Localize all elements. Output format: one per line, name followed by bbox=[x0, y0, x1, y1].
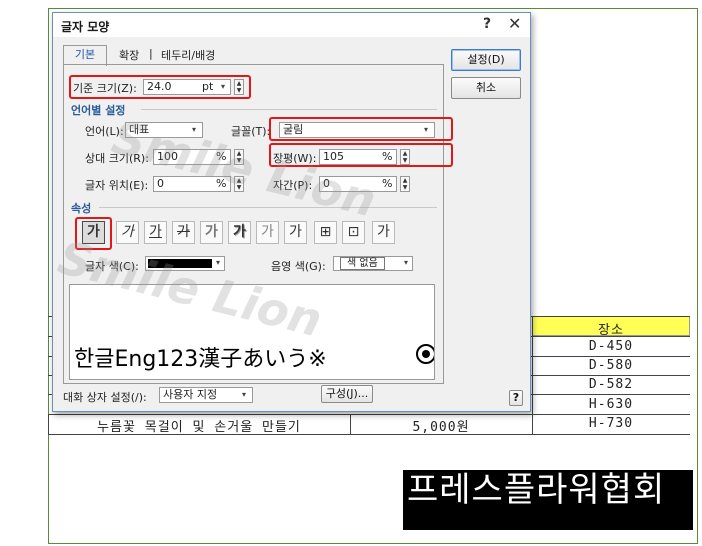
chevron-down-icon: ▾ bbox=[404, 258, 409, 267]
shade-color-label: 음영 색(G): bbox=[271, 260, 326, 273]
char-position-label: 글자 위치(E): bbox=[85, 179, 149, 192]
relative-size-label: 상대 크기(R): bbox=[85, 152, 149, 165]
table-cell-place: D-450 bbox=[588, 339, 634, 354]
base-size-unit: pt bbox=[202, 80, 214, 93]
spacing-spinner[interactable]: ▲ ▼ bbox=[400, 176, 410, 192]
spacing-unit: % bbox=[382, 177, 393, 190]
width-ratio-label: 장평(W): bbox=[273, 152, 317, 165]
relative-size-spinner[interactable]: ▲ ▼ bbox=[234, 149, 244, 165]
language-select[interactable]: 대표 ▾ bbox=[125, 122, 203, 138]
bold-button[interactable]: 가 bbox=[82, 221, 105, 244]
table-cell-place: D-580 bbox=[588, 358, 634, 373]
table-cell-place: H-730 bbox=[588, 416, 634, 431]
width-ratio-unit: % bbox=[382, 150, 393, 163]
language-label: 언어(L): bbox=[85, 125, 124, 138]
char-position-unit: % bbox=[216, 177, 227, 190]
chevron-down-icon: ▾ bbox=[424, 125, 429, 134]
italic-button[interactable]: 가 bbox=[116, 221, 139, 244]
base-size-label: 기준 크기(Z): bbox=[73, 82, 137, 95]
engrave-button[interactable]: 가 bbox=[284, 221, 307, 244]
emboss-button[interactable]: 가 bbox=[256, 221, 279, 244]
close-icon[interactable]: ✕ bbox=[508, 14, 521, 33]
base-size-input[interactable]: 24.0 pt ▾ bbox=[143, 79, 231, 95]
dialog-title: 글자 모양 bbox=[61, 20, 110, 34]
section-attr-heading: 속성 bbox=[71, 202, 92, 215]
tab-border-bg[interactable]: 테두리/배경 bbox=[161, 47, 215, 65]
compose-button[interactable]: 구성(J)... bbox=[321, 385, 373, 403]
circle-bullet-icon bbox=[416, 344, 434, 364]
spacing-input[interactable]: 0 % bbox=[319, 176, 397, 192]
char-position-input[interactable]: 0 % bbox=[153, 176, 231, 192]
char-shape-dialog: 글자 모양 ? ✕ 기본 확장 | 테두리/배경 설정(D) 취소 기준 크기(… bbox=[52, 12, 531, 412]
chevron-down-icon: ▾ bbox=[192, 125, 197, 134]
text-color-label: 글자 색(C): bbox=[85, 260, 139, 273]
table-cell-name: 누름꽃 목걸이 및 손거울 만들기 bbox=[97, 420, 301, 435]
dialog-titlebar: 글자 모양 ? ✕ bbox=[53, 13, 530, 37]
font-label: 글꼴(T): bbox=[231, 125, 271, 138]
help-button[interactable]: ? bbox=[509, 390, 523, 406]
char-position-spinner[interactable]: ▲ ▼ bbox=[234, 176, 244, 192]
subscript-button[interactable]: ⊡ bbox=[342, 221, 365, 244]
association-banner: 프레스플라워협회 bbox=[403, 470, 693, 530]
dialog-setting-select[interactable]: 사용자 지정 ▾ bbox=[159, 387, 253, 403]
width-ratio-spinner[interactable]: ▲ ▼ bbox=[400, 149, 410, 165]
spacing-label: 자간(P): bbox=[273, 179, 313, 192]
ok-button[interactable]: 설정(D) bbox=[451, 49, 521, 71]
tab-basic[interactable]: 기본 bbox=[63, 45, 107, 66]
chevron-down-icon: ▾ bbox=[242, 390, 247, 399]
small-caps-button[interactable]: 가 bbox=[372, 221, 395, 244]
help-icon[interactable]: ? bbox=[483, 16, 491, 32]
table-cell-place: D-582 bbox=[588, 377, 634, 392]
table-header-cell: 장소 bbox=[532, 316, 690, 338]
width-ratio-input[interactable]: 105 % bbox=[319, 149, 397, 165]
preview-box: 한글Eng123漢子あいう※ bbox=[69, 284, 435, 380]
outline-button[interactable]: 가 bbox=[200, 221, 223, 244]
cancel-button[interactable]: 취소 bbox=[451, 77, 521, 99]
tab-separator: | bbox=[149, 47, 153, 60]
shade-color-picker[interactable]: 색 없음 ▾ bbox=[333, 256, 413, 271]
dialog-setting-label: 대화 상자 설정(/): bbox=[63, 391, 147, 404]
relative-size-input[interactable]: 100 % bbox=[153, 149, 231, 165]
text-color-picker[interactable]: ▾ bbox=[145, 256, 225, 271]
preview-text: 한글Eng123漢子あいう※ bbox=[74, 347, 327, 372]
tab-extended[interactable]: 확장 bbox=[119, 47, 139, 65]
chevron-down-icon: ▾ bbox=[216, 258, 221, 267]
superscript-button[interactable]: ⊞ bbox=[314, 221, 337, 244]
base-size-spinner[interactable]: ▲ ▼ bbox=[234, 79, 244, 95]
font-select[interactable]: 굴림 ▾ bbox=[279, 122, 435, 138]
shadow-button[interactable]: 가 bbox=[228, 221, 251, 244]
section-lang-heading: 언어별 설정 bbox=[71, 104, 126, 117]
relative-size-unit: % bbox=[216, 150, 227, 163]
strikethrough-button[interactable]: 가 bbox=[172, 221, 195, 244]
table-cell-place: H-630 bbox=[588, 397, 634, 412]
chevron-down-icon: ▾ bbox=[221, 82, 226, 91]
table-cell-price: 5,000원 bbox=[412, 420, 470, 435]
underline-button[interactable]: 가 bbox=[144, 221, 167, 244]
